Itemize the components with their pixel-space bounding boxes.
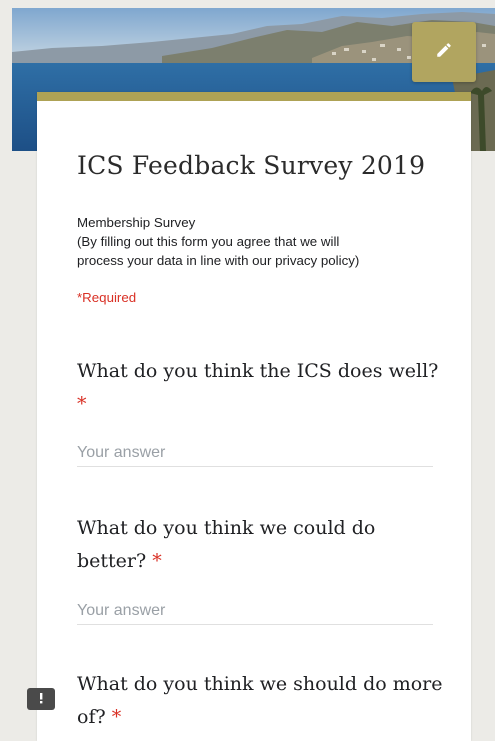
description-line: process your data in line with our priva… xyxy=(77,253,360,268)
question-text: What do you think the ICS does well? xyxy=(77,360,439,382)
required-asterisk: * xyxy=(111,706,122,728)
form-card: ICS Feedback Survey 2019 Membership Surv… xyxy=(37,92,471,741)
required-asterisk: * xyxy=(152,550,162,572)
report-feedback-button[interactable] xyxy=(27,688,55,710)
question-title: What do you think the ICS does well? * xyxy=(77,355,447,421)
question-text: better? xyxy=(77,550,147,572)
question-text: What do you think we should do more xyxy=(77,673,443,695)
description-line: (By filling out this form you agree that… xyxy=(77,234,340,249)
pencil-icon xyxy=(435,41,453,63)
question-item: What do you think the ICS does well? * xyxy=(77,355,447,467)
required-note: *Required xyxy=(77,290,137,305)
report-icon xyxy=(34,690,48,709)
question-title: What do you think we should do more of? … xyxy=(77,668,447,734)
question-item: What do you think we should do more of? … xyxy=(77,668,447,734)
edit-theme-button[interactable] xyxy=(412,22,476,82)
question-text: What do you think we could do xyxy=(77,517,376,539)
description-line: Membership Survey xyxy=(77,215,196,230)
form-title: ICS Feedback Survey 2019 xyxy=(77,151,426,180)
question-text: of? xyxy=(77,706,106,728)
form-description: Membership Survey (By filling out this f… xyxy=(77,213,417,270)
required-asterisk: * xyxy=(77,393,87,415)
answer-input[interactable] xyxy=(77,598,433,625)
question-item: What do you think we could do better? * xyxy=(77,512,447,625)
answer-input[interactable] xyxy=(77,440,433,467)
question-title: What do you think we could do better? * xyxy=(77,512,447,578)
